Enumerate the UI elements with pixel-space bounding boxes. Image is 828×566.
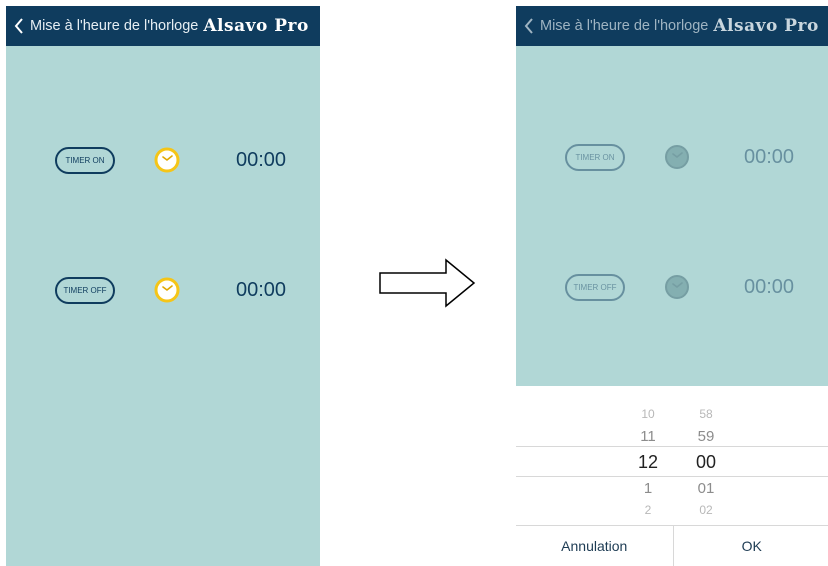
clock-icon[interactable] bbox=[154, 277, 180, 303]
right-arrow-icon bbox=[378, 258, 478, 308]
picker-actions: Annulation OK bbox=[516, 525, 828, 566]
timer-off-time[interactable]: 00:00 bbox=[236, 279, 286, 302]
chevron-left-icon[interactable] bbox=[8, 6, 30, 46]
page-title: Mise à l'heure de l'horloge bbox=[540, 18, 709, 34]
timer-off-label: TIMER OFF bbox=[573, 283, 617, 292]
timer-on-button[interactable]: TIMER ON bbox=[565, 144, 625, 171]
clock-icon[interactable] bbox=[664, 274, 690, 300]
timer-off-label: TIMER OFF bbox=[63, 286, 107, 295]
minute-option[interactable]: 58 bbox=[686, 407, 726, 421]
minute-option[interactable]: 01 bbox=[686, 480, 726, 497]
timer-off-button[interactable]: TIMER OFF bbox=[55, 277, 115, 304]
ok-button[interactable]: OK bbox=[672, 526, 828, 566]
hour-option[interactable]: 10 bbox=[628, 407, 668, 421]
minute-option[interactable]: 59 bbox=[686, 428, 726, 445]
clock-icon[interactable] bbox=[664, 144, 690, 170]
timer-off-button[interactable]: TIMER OFF bbox=[565, 274, 625, 301]
minute-option[interactable]: 02 bbox=[686, 503, 726, 517]
clock-setting-screen-before: Mise à l'heure de l'horloge Alsavo Pro T… bbox=[6, 6, 320, 566]
minute-wheel[interactable]: 58 59 00 01 02 bbox=[686, 386, 726, 526]
brand-logo: Alsavo Pro bbox=[713, 16, 819, 36]
minute-option-selected[interactable]: 00 bbox=[686, 452, 726, 473]
timer-on-label: TIMER ON bbox=[575, 153, 615, 162]
time-picker: 10 11 12 1 2 58 59 00 01 02 Annulation O… bbox=[516, 386, 828, 566]
picker-selection-top-line bbox=[516, 446, 828, 447]
hour-option[interactable]: 11 bbox=[628, 428, 668, 445]
chevron-left-icon[interactable] bbox=[518, 6, 540, 46]
hour-wheel[interactable]: 10 11 12 1 2 bbox=[628, 386, 668, 526]
timer-on-time[interactable]: 00:00 bbox=[236, 149, 286, 172]
clock-icon[interactable] bbox=[154, 147, 180, 173]
page-title: Mise à l'heure de l'horloge bbox=[30, 18, 199, 34]
timer-on-button[interactable]: TIMER ON bbox=[55, 147, 115, 174]
timer-off-time[interactable]: 00:00 bbox=[744, 276, 794, 299]
header-bar: Mise à l'heure de l'horloge Alsavo Pro bbox=[516, 6, 828, 46]
header-bar: Mise à l'heure de l'horloge Alsavo Pro bbox=[6, 6, 320, 46]
hour-option-selected[interactable]: 12 bbox=[628, 452, 668, 473]
picker-selection-bottom-line bbox=[516, 476, 828, 477]
cancel-button[interactable]: Annulation bbox=[516, 526, 673, 566]
timer-on-time[interactable]: 00:00 bbox=[744, 146, 794, 169]
brand-logo: Alsavo Pro bbox=[203, 16, 309, 36]
hour-option[interactable]: 1 bbox=[628, 480, 668, 497]
hour-option[interactable]: 2 bbox=[628, 503, 668, 517]
timer-on-label: TIMER ON bbox=[65, 156, 105, 165]
clock-setting-screen-after: Mise à l'heure de l'horloge Alsavo Pro T… bbox=[516, 6, 828, 566]
